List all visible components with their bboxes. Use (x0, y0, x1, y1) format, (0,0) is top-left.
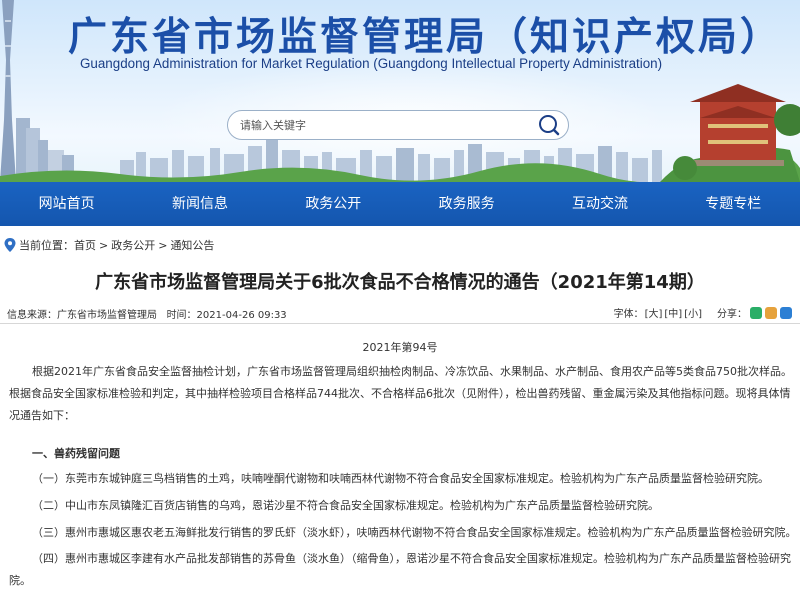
font-size-small-button[interactable]: [小] (684, 305, 702, 320)
main-nav: 网站首页 新闻信息 政务公开 政务服务 互动交流 专题专栏 (0, 182, 800, 226)
canton-tower (0, 0, 16, 182)
list-item: （二）中山市东凤镇隆汇百货店销售的乌鸡，恩诺沙星不符合食品安全国家标准规定。检验… (32, 499, 659, 512)
article-tools: 字体： [大] [中] [小] 分享： (614, 305, 792, 320)
article-source: 信息来源：广东省市场监督管理局 (7, 310, 157, 321)
list-item: （四）惠州市惠城区李建有水产品批发部销售的苏骨鱼（淡水鱼）（缩骨鱼），恩诺沙星不… (9, 552, 791, 587)
site-title-en: Guangdong Administration for Market Regu… (80, 56, 663, 71)
pavilion (690, 84, 786, 166)
nav-item-interaction[interactable]: 互动交流 (533, 182, 666, 226)
qzone-share-icon[interactable] (780, 306, 792, 319)
document-number: 2021年第94号 (362, 341, 438, 354)
search-box (227, 110, 569, 140)
search-icon[interactable] (538, 114, 560, 136)
breadcrumb-gov-affairs[interactable]: 政务公开 (111, 237, 155, 253)
nav-item-home[interactable]: 网站首页 (0, 182, 133, 226)
site-title-cn: 广东省市场监督管理局（知识产权局） (68, 15, 783, 60)
list-item: （三）惠州市惠城区惠农老五海鲜批发行销售的罗氏虾（淡水虾），呋喃西林代谢物不符合… (32, 526, 797, 539)
article-time: 时间：2021-04-26 09:33 (166, 310, 287, 321)
share-label: 分享： (717, 309, 747, 320)
nav-item-gov-affairs[interactable]: 政务公开 (267, 182, 400, 226)
breadcrumb: 当前位置： 首页 > 政务公开 > 通知公告 (4, 237, 214, 253)
section-heading: 一、兽药残留问题 (32, 447, 120, 460)
breadcrumb-notices[interactable]: 通知公告 (170, 237, 214, 253)
breadcrumb-separator: > (158, 238, 168, 252)
breadcrumb-separator: > (99, 238, 109, 252)
article-intro: 根据2021年广东省食品安全监督抽检计划，广东省市场监督管理局组织抽检肉制品、冷… (9, 365, 792, 422)
breadcrumb-label: 当前位置： (19, 239, 74, 252)
wechat-share-icon[interactable] (750, 306, 762, 319)
font-size-large-button[interactable]: [大] (645, 305, 663, 320)
font-size-label: 字体： (613, 309, 644, 320)
article-title: 广东省市场监督管理局关于6批次食品不合格情况的通告（2021年第14期） (95, 272, 705, 293)
nav-item-special-topics[interactable]: 专题专栏 (667, 182, 800, 226)
nav-item-news[interactable]: 新闻信息 (133, 182, 266, 226)
header-banner: 广东省市场监督管理局（知识产权局） Guangdong Administrati… (0, 0, 800, 182)
article-meta: 信息来源：广东省市场监督管理局 时间：2021-04-26 09:33 (7, 306, 287, 321)
location-pin-icon (4, 238, 16, 252)
search-input[interactable] (240, 116, 530, 135)
nav-item-gov-services[interactable]: 政务服务 (400, 182, 533, 226)
meta-divider (0, 323, 800, 324)
list-item: （一）东莞市东城钟庭三鸟档销售的土鸡，呋喃唑酮代谢物和呋喃西林代谢物不符合食品安… (32, 472, 769, 485)
weibo-share-icon[interactable] (765, 306, 777, 319)
breadcrumb-home[interactable]: 首页 (74, 237, 96, 253)
font-size-medium-button[interactable]: [中] (664, 305, 682, 320)
